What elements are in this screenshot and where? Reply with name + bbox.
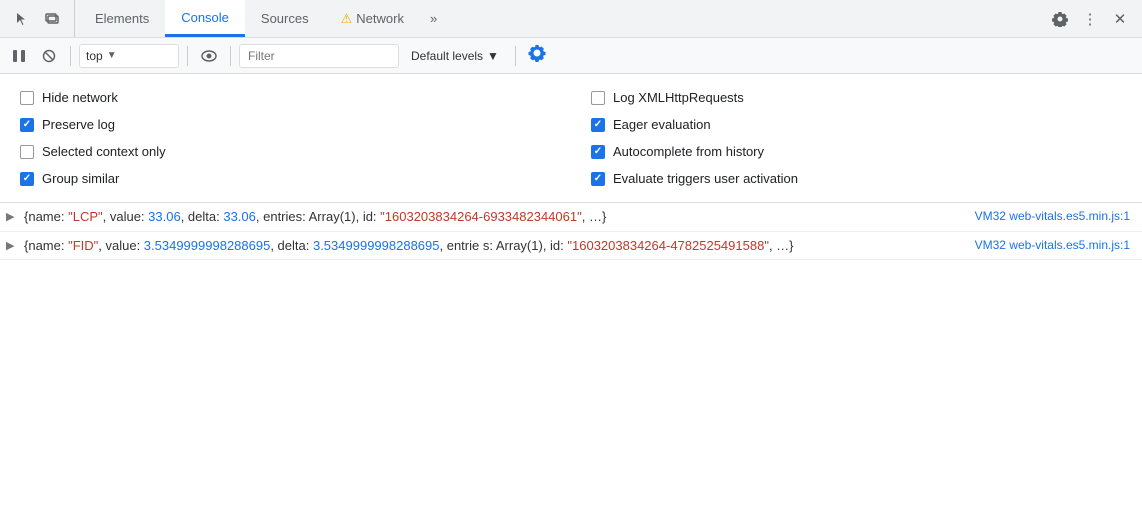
label-preserve-log: Preserve log — [42, 117, 115, 132]
label-hide-network: Hide network — [42, 90, 118, 105]
tab-bar-tools — [4, 0, 75, 37]
toolbar-divider-4 — [515, 46, 516, 66]
console-settings-button[interactable] — [528, 44, 546, 67]
play-button[interactable] — [6, 43, 32, 69]
close-devtools-button[interactable]: ✕ — [1106, 5, 1134, 33]
tab-console[interactable]: Console — [165, 0, 245, 37]
checkbox-hide-network[interactable] — [20, 91, 34, 105]
checkbox-evaluate-triggers[interactable] — [591, 172, 605, 186]
label-selected-context: Selected context only — [42, 144, 166, 159]
more-options-button[interactable]: ⋮ — [1076, 5, 1104, 33]
checkbox-selected-context[interactable] — [20, 145, 34, 159]
label-evaluate-triggers: Evaluate triggers user activation — [613, 171, 798, 186]
checkbox-preserve-log[interactable] — [20, 118, 34, 132]
more-tabs-button[interactable]: » — [420, 0, 447, 37]
network-warning-icon: ⚠ — [341, 11, 353, 27]
label-group-similar: Group similar — [42, 171, 119, 186]
settings-row-group-similar: Group similar — [20, 165, 551, 192]
console-entries-container: ▶VM32 web-vitals.es5.min.js:1{name: "LCP… — [0, 203, 1142, 260]
label-eager-eval: Eager evaluation — [613, 117, 711, 132]
settings-row-autocomplete-history: Autocomplete from history — [591, 138, 1122, 165]
settings-row-log-xmlhttp: Log XMLHttpRequests — [591, 84, 1122, 111]
console-toolbar: top ▼ Default levels ▼ — [0, 38, 1142, 74]
checkbox-eager-eval[interactable] — [591, 118, 605, 132]
console-entry-entry1: ▶VM32 web-vitals.es5.min.js:1{name: "LCP… — [0, 203, 1142, 232]
settings-row-preserve-log: Preserve log — [20, 111, 551, 138]
console-settings-panel: Hide network Preserve log Selected context… — [0, 74, 1142, 203]
tab-sources[interactable]: Sources — [245, 0, 325, 37]
checkbox-log-xmlhttp[interactable] — [591, 91, 605, 105]
tab-network[interactable]: ⚠ Network — [325, 0, 420, 37]
expand-arrow-icon[interactable]: ▶ — [6, 209, 14, 226]
console-filename-link[interactable]: VM32 web-vitals.es5.min.js:1 — [975, 236, 1130, 254]
settings-row-hide-network: Hide network — [20, 84, 551, 111]
settings-right-column: Log XMLHttpRequests Eager evaluation Autoc… — [591, 84, 1122, 192]
tab-bar-right-actions: ⋮ ✕ — [1046, 5, 1138, 33]
tab-bar: Elements Console Sources ⚠ Network » ⋮ ✕ — [0, 0, 1142, 38]
checkbox-group-similar[interactable] — [20, 172, 34, 186]
context-selector[interactable]: top ▼ — [79, 44, 179, 68]
settings-row-selected-context: Selected context only — [20, 138, 551, 165]
toolbar-divider-1 — [70, 46, 71, 66]
settings-row-evaluate-triggers: Evaluate triggers user activation — [591, 165, 1122, 192]
levels-arrow-icon: ▼ — [487, 49, 499, 63]
console-output: ▶VM32 web-vitals.es5.min.js:1{name: "LCP… — [0, 203, 1142, 260]
settings-left-column: Hide network Preserve log Selected context… — [20, 84, 551, 192]
checkbox-autocomplete-history[interactable] — [591, 145, 605, 159]
label-log-xmlhttp: Log XMLHttpRequests — [613, 90, 744, 105]
settings-button[interactable] — [1046, 5, 1074, 33]
log-levels-button[interactable]: Default levels ▼ — [403, 44, 507, 68]
clear-console-button[interactable] — [36, 43, 62, 69]
live-expressions-button[interactable] — [196, 43, 222, 69]
console-filename-link[interactable]: VM32 web-vitals.es5.min.js:1 — [975, 207, 1130, 225]
console-entry-entry2: ▶VM32 web-vitals.es5.min.js:1{name: "FID… — [0, 232, 1142, 261]
filter-input[interactable] — [239, 44, 399, 68]
context-arrow-icon: ▼ — [107, 50, 117, 61]
toolbar-divider-3 — [230, 46, 231, 66]
toolbar-divider-2 — [187, 46, 188, 66]
cursor-icon[interactable] — [8, 5, 36, 33]
tab-elements[interactable]: Elements — [79, 0, 165, 37]
settings-row-eager-eval: Eager evaluation — [591, 111, 1122, 138]
expand-arrow-icon[interactable]: ▶ — [6, 238, 14, 255]
label-autocomplete-history: Autocomplete from history — [613, 144, 764, 159]
layers-icon[interactable] — [38, 5, 66, 33]
